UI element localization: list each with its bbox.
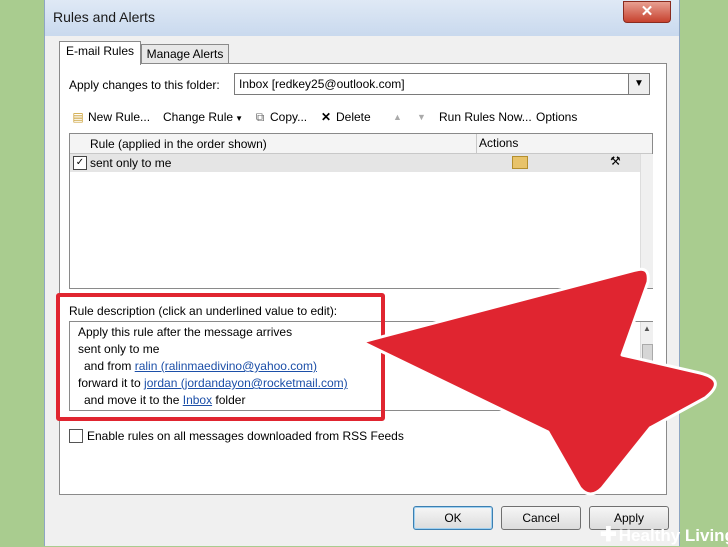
- folder-select[interactable]: Inbox [redkey25@outlook.com] ▼: [234, 73, 650, 95]
- plus-icon: ✚: [600, 524, 617, 546]
- cancel-button[interactable]: Cancel: [501, 506, 581, 530]
- change-rule-button[interactable]: Change Rule ▼: [163, 106, 243, 128]
- description-highlight-box: [56, 293, 385, 421]
- options-button[interactable]: Options: [536, 106, 577, 128]
- watermark-text: Healthy Living: [618, 526, 728, 545]
- folder-value: Inbox [redkey25@outlook.com]: [239, 77, 405, 91]
- toolbar: ▤ New Rule... Change Rule ▼ ⧉ Copy... ✕ Dele…: [71, 106, 631, 128]
- new-rule-icon: ▤: [72, 110, 84, 124]
- scroll-down-icon[interactable]: ▼: [641, 276, 653, 288]
- new-rule-label: New Rule...: [88, 110, 151, 124]
- tools-icon: ⚒: [610, 154, 621, 168]
- close-button[interactable]: ✕: [623, 1, 671, 23]
- delete-icon: ✕: [320, 110, 332, 124]
- delete-label: Delete: [336, 110, 371, 124]
- chevron-down-icon: ▼: [235, 114, 243, 123]
- title-bar: Rules and Alerts ✕: [45, 0, 679, 36]
- rules-and-alerts-dialog: Rules and Alerts ✕ E-mail Rules Manage A…: [44, 0, 680, 546]
- rss-checkbox[interactable]: [69, 429, 83, 443]
- list-header: Rule (applied in the order shown) Action…: [70, 134, 652, 154]
- move-down-icon[interactable]: ▼: [417, 106, 426, 128]
- window-title: Rules and Alerts: [53, 9, 155, 25]
- rule-enabled-checkbox[interactable]: ✓: [73, 156, 87, 170]
- copy-label: Copy...: [270, 110, 308, 124]
- rss-label: Enable rules on all messages downloaded …: [87, 429, 404, 443]
- chevron-down-icon[interactable]: ▼: [628, 74, 649, 94]
- folder-label: Apply changes to this folder:: [69, 78, 220, 92]
- scroll-thumb[interactable]: [642, 344, 653, 364]
- tab-manage-alerts[interactable]: Manage Alerts: [141, 44, 229, 65]
- watermark: ✚ Healthy Living: [600, 522, 728, 546]
- rules-list[interactable]: Rule (applied in the order shown) Action…: [69, 133, 653, 289]
- change-rule-label: Change Rule: [163, 110, 234, 124]
- rule-name: sent only to me: [90, 156, 172, 170]
- column-header-actions[interactable]: Actions: [476, 134, 518, 153]
- delete-button[interactable]: ✕ Delete: [319, 106, 371, 128]
- column-header-rule[interactable]: Rule (applied in the order shown): [90, 137, 267, 151]
- folder-icon: [512, 156, 528, 169]
- new-rule-button[interactable]: ▤ New Rule...: [71, 106, 150, 128]
- table-row[interactable]: ✓ sent only to me ⚒: [70, 154, 640, 172]
- run-rules-button[interactable]: Run Rules Now...: [439, 106, 532, 128]
- list-scrollbar[interactable]: ▼: [640, 154, 653, 288]
- copy-icon: ⧉: [255, 110, 265, 124]
- scroll-up-icon[interactable]: ▲: [641, 324, 653, 333]
- copy-button[interactable]: ⧉ Copy...: [253, 106, 307, 128]
- ok-button[interactable]: OK: [413, 506, 493, 530]
- move-up-icon[interactable]: ▲: [393, 106, 402, 128]
- tab-email-rules[interactable]: E-mail Rules: [59, 41, 141, 65]
- description-scrollbar[interactable]: ▲: [640, 322, 653, 410]
